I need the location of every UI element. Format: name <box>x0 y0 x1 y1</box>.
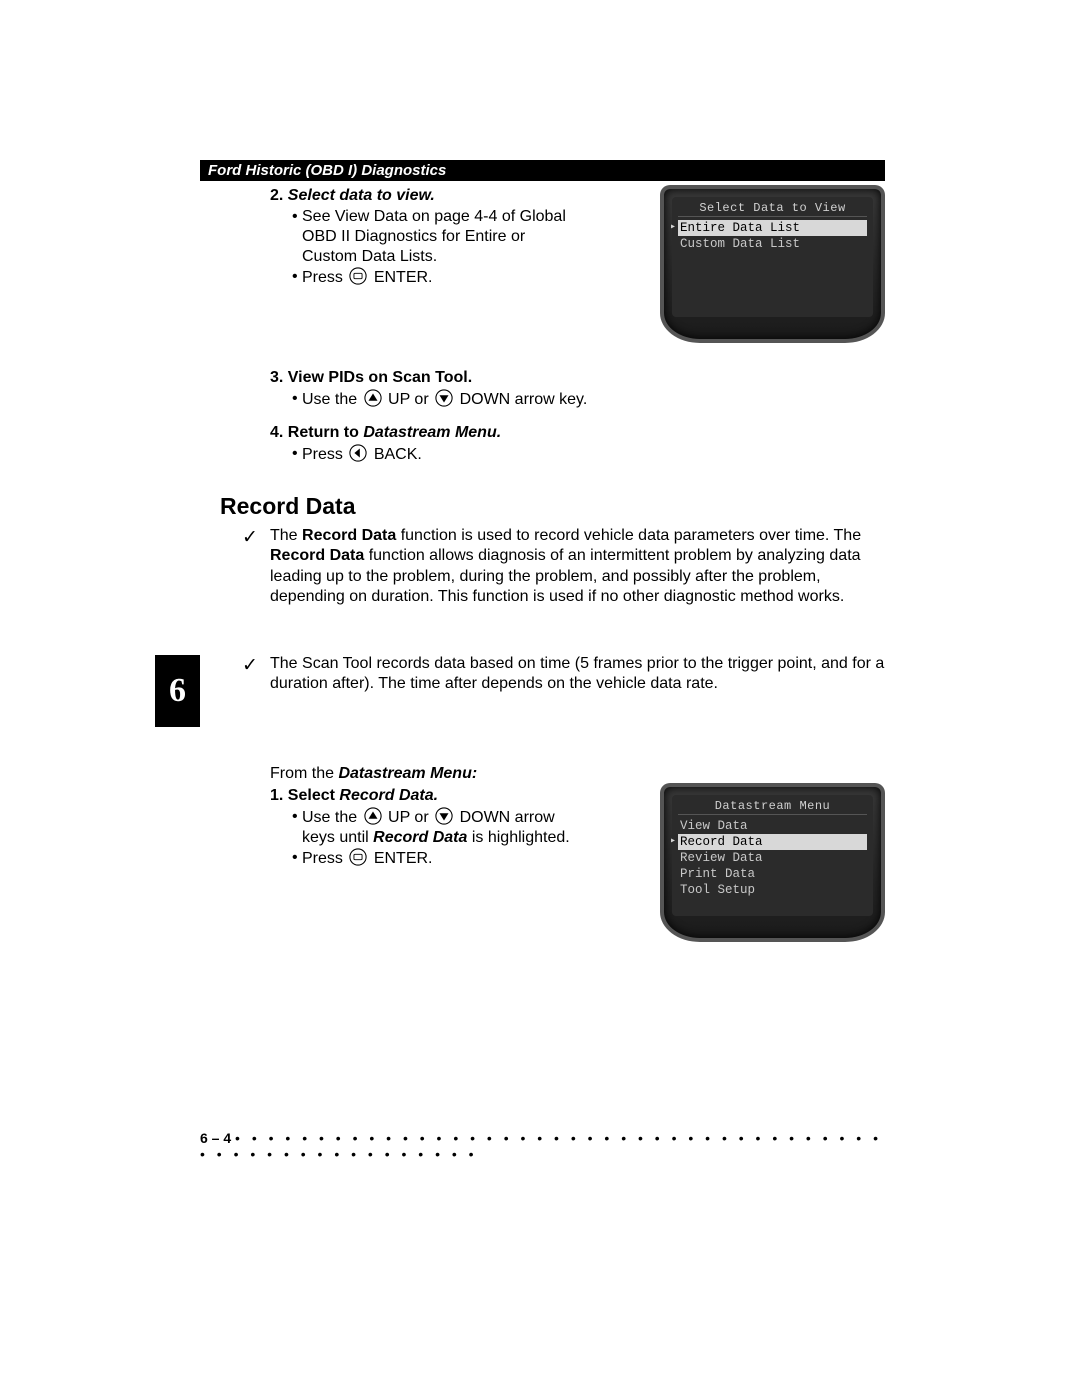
step-3-bullets: • Use the UP or DOWN arrow key. <box>292 389 885 410</box>
step-r-bullet-2-text: Press ENTER. <box>302 848 570 869</box>
screen2-title: Datastream Menu <box>678 799 867 815</box>
step-2-container: 2. Select data to view. • See View Data … <box>200 187 885 357</box>
step-r-bullets: • Use the UP or DOWN arrow keys until Re… <box>292 807 570 869</box>
step-2-bullet-1-text: See View Data on page 4-4 of Global OBD … <box>302 207 570 267</box>
screen2-item-print: Print Data <box>678 866 867 882</box>
screen2-item-view: View Data <box>678 818 867 834</box>
record-data-para1: ✓ The Record Data function is used to re… <box>270 526 885 608</box>
screen-select-data: Select Data to View Entire Data List Cus… <box>660 185 885 343</box>
step-3-bullet-1-text: Use the UP or DOWN arrow key. <box>302 389 885 410</box>
up-arrow-icon <box>364 389 382 407</box>
screen1-item-entire: Entire Data List <box>678 220 867 236</box>
back-button-icon <box>349 444 367 462</box>
step-3-title: View PIDs on Scan Tool. <box>288 369 472 386</box>
step-4-bullet-1: • Press BACK. <box>292 444 885 465</box>
step-4-title: Return to Datastream Menu. <box>288 424 501 441</box>
page-number: 6 – 4 <box>200 1130 231 1146</box>
page-content: Ford Historic (OBD I) Diagnostics 2. Sel… <box>200 160 885 987</box>
step-r-bullet-1-text: Use the UP or DOWN arrow keys until Reco… <box>302 807 570 848</box>
enter-button-icon <box>349 267 367 285</box>
checkmark-icon: ✓ <box>242 654 258 678</box>
up-arrow-icon <box>364 807 382 825</box>
step-4-bullet-1-text: Press BACK. <box>302 444 885 465</box>
step-2-bullet-1: • See View Data on page 4-4 of Global OB… <box>292 207 570 267</box>
step-2-number: 2. <box>270 187 283 204</box>
enter-button-icon <box>349 848 367 866</box>
step-2-title: Select data to view. <box>288 187 435 204</box>
step-4-number: 4. <box>270 424 283 441</box>
screen2-item-review: Review Data <box>678 850 867 866</box>
footer-dots: • • • • • • • • • • • • • • • • • • • • … <box>200 1130 882 1162</box>
screen2-item-setup: Tool Setup <box>678 882 867 898</box>
step-3-number: 3. <box>270 369 283 386</box>
checkmark-icon: ✓ <box>242 526 258 550</box>
step-4-bullets: • Press BACK. <box>292 444 885 465</box>
chapter-tab: 6 <box>155 655 200 727</box>
section-record-data-title: Record Data <box>220 493 885 520</box>
step-2-bullets: • See View Data on page 4-4 of Global OB… <box>292 207 570 288</box>
page-footer: 6 – 4 • • • • • • • • • • • • • • • • • … <box>200 1130 885 1162</box>
step-select-record: 1. Select Record Data. • Use the UP or <box>270 787 570 869</box>
step-3: 3. View PIDs on Scan Tool. • Use the UP … <box>270 369 885 410</box>
step-select-record-container: 1. Select Record Data. • Use the UP or <box>200 787 885 987</box>
step-4: 4. Return to Datastream Menu. • Press BA… <box>270 424 885 465</box>
step-r-bullet-1: • Use the UP or DOWN arrow keys until Re… <box>292 807 570 848</box>
down-arrow-icon <box>435 389 453 407</box>
step-r-title: Select Record Data. <box>288 787 438 804</box>
step-2-bullet-2: • Press ENTER. <box>292 267 570 288</box>
from-datastream-line: From the Datastream Menu: <box>270 765 885 783</box>
screen1-title: Select Data to View <box>678 201 867 217</box>
step-r-bullet-2: • Press ENTER. <box>292 848 570 869</box>
step-2: 2. Select data to view. • See View Data … <box>270 187 570 288</box>
record-data-para2: ✓ The Scan Tool records data based on ti… <box>270 654 885 695</box>
step-3-bullet-1: • Use the UP or DOWN arrow key. <box>292 389 885 410</box>
down-arrow-icon <box>435 807 453 825</box>
screen2-item-record: Record Data <box>678 834 867 850</box>
screen-datastream-menu: Datastream Menu View Data Record Data Re… <box>660 783 885 942</box>
screen1-item-custom: Custom Data List <box>678 236 867 252</box>
header-bar: Ford Historic (OBD I) Diagnostics <box>200 160 885 181</box>
step-r-number: 1. <box>270 787 283 804</box>
step-2-bullet-2-text: Press ENTER. <box>302 267 570 288</box>
